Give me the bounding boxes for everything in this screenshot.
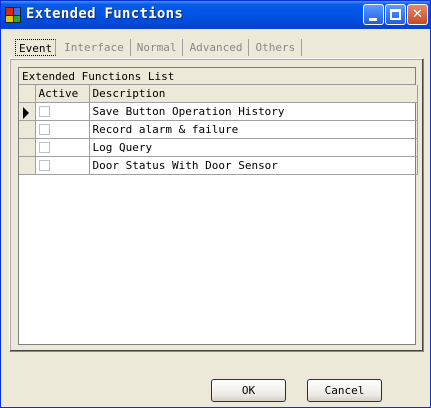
active-checkbox[interactable]: [38, 141, 50, 153]
tab-advanced[interactable]: Advanced: [183, 38, 250, 56]
window-title: Extended Functions: [26, 6, 184, 22]
active-checkbox[interactable]: [38, 123, 50, 135]
description-cell[interactable]: Record alarm & failure: [89, 120, 418, 139]
tab-event[interactable]: Event: [15, 38, 57, 56]
column-header-description[interactable]: Description: [89, 85, 418, 103]
row-header-corner: [19, 85, 36, 103]
column-header-active[interactable]: Active: [35, 85, 90, 103]
minimize-button[interactable]: [363, 4, 384, 25]
close-button[interactable]: ✕: [407, 4, 428, 25]
description-cell[interactable]: Log Query: [89, 138, 418, 157]
functions-table: Active Description Save Button Operation…: [19, 85, 418, 175]
row-pointer-icon: [23, 106, 29, 119]
title-bar[interactable]: Extended Functions ✕: [1, 1, 430, 29]
row-header[interactable]: [19, 156, 36, 175]
tab-interface[interactable]: Interface: [58, 38, 131, 56]
table-row[interactable]: Record alarm & failure: [19, 120, 418, 139]
table-row[interactable]: Door Status With Door Sensor: [19, 156, 418, 175]
tab-normal[interactable]: Normal: [131, 38, 184, 56]
ok-button[interactable]: OK: [211, 379, 286, 402]
close-icon: ✕: [412, 7, 423, 22]
maximize-icon: [390, 9, 401, 20]
table-header-row: Active Description: [19, 85, 418, 103]
active-cell[interactable]: [35, 102, 90, 121]
grid-caption: Extended Functions List: [19, 68, 415, 85]
active-checkbox[interactable]: [38, 105, 50, 117]
active-checkbox[interactable]: [38, 159, 50, 171]
active-cell[interactable]: [35, 156, 90, 175]
cancel-button[interactable]: Cancel: [307, 379, 382, 402]
tab-strip: Event Interface Normal Advanced Others: [15, 37, 303, 57]
maximize-button[interactable]: [385, 4, 406, 25]
row-header[interactable]: [19, 138, 36, 157]
active-cell[interactable]: [35, 120, 90, 139]
table-row[interactable]: Log Query: [19, 138, 418, 157]
description-cell[interactable]: Save Button Operation History: [89, 102, 418, 121]
minimize-icon: [369, 18, 377, 21]
tab-others[interactable]: Others: [249, 38, 303, 56]
description-cell[interactable]: Door Status With Door Sensor: [89, 156, 418, 175]
app-icon[interactable]: [5, 7, 21, 23]
row-header[interactable]: [19, 102, 36, 121]
functions-grid[interactable]: Extended Functions List Active Descripti…: [18, 67, 418, 345]
extended-functions-window: Extended Functions ✕ Event Interface Nor…: [0, 0, 431, 408]
active-cell[interactable]: [35, 138, 90, 157]
row-header[interactable]: [19, 120, 36, 139]
table-row[interactable]: Save Button Operation History: [19, 102, 418, 121]
